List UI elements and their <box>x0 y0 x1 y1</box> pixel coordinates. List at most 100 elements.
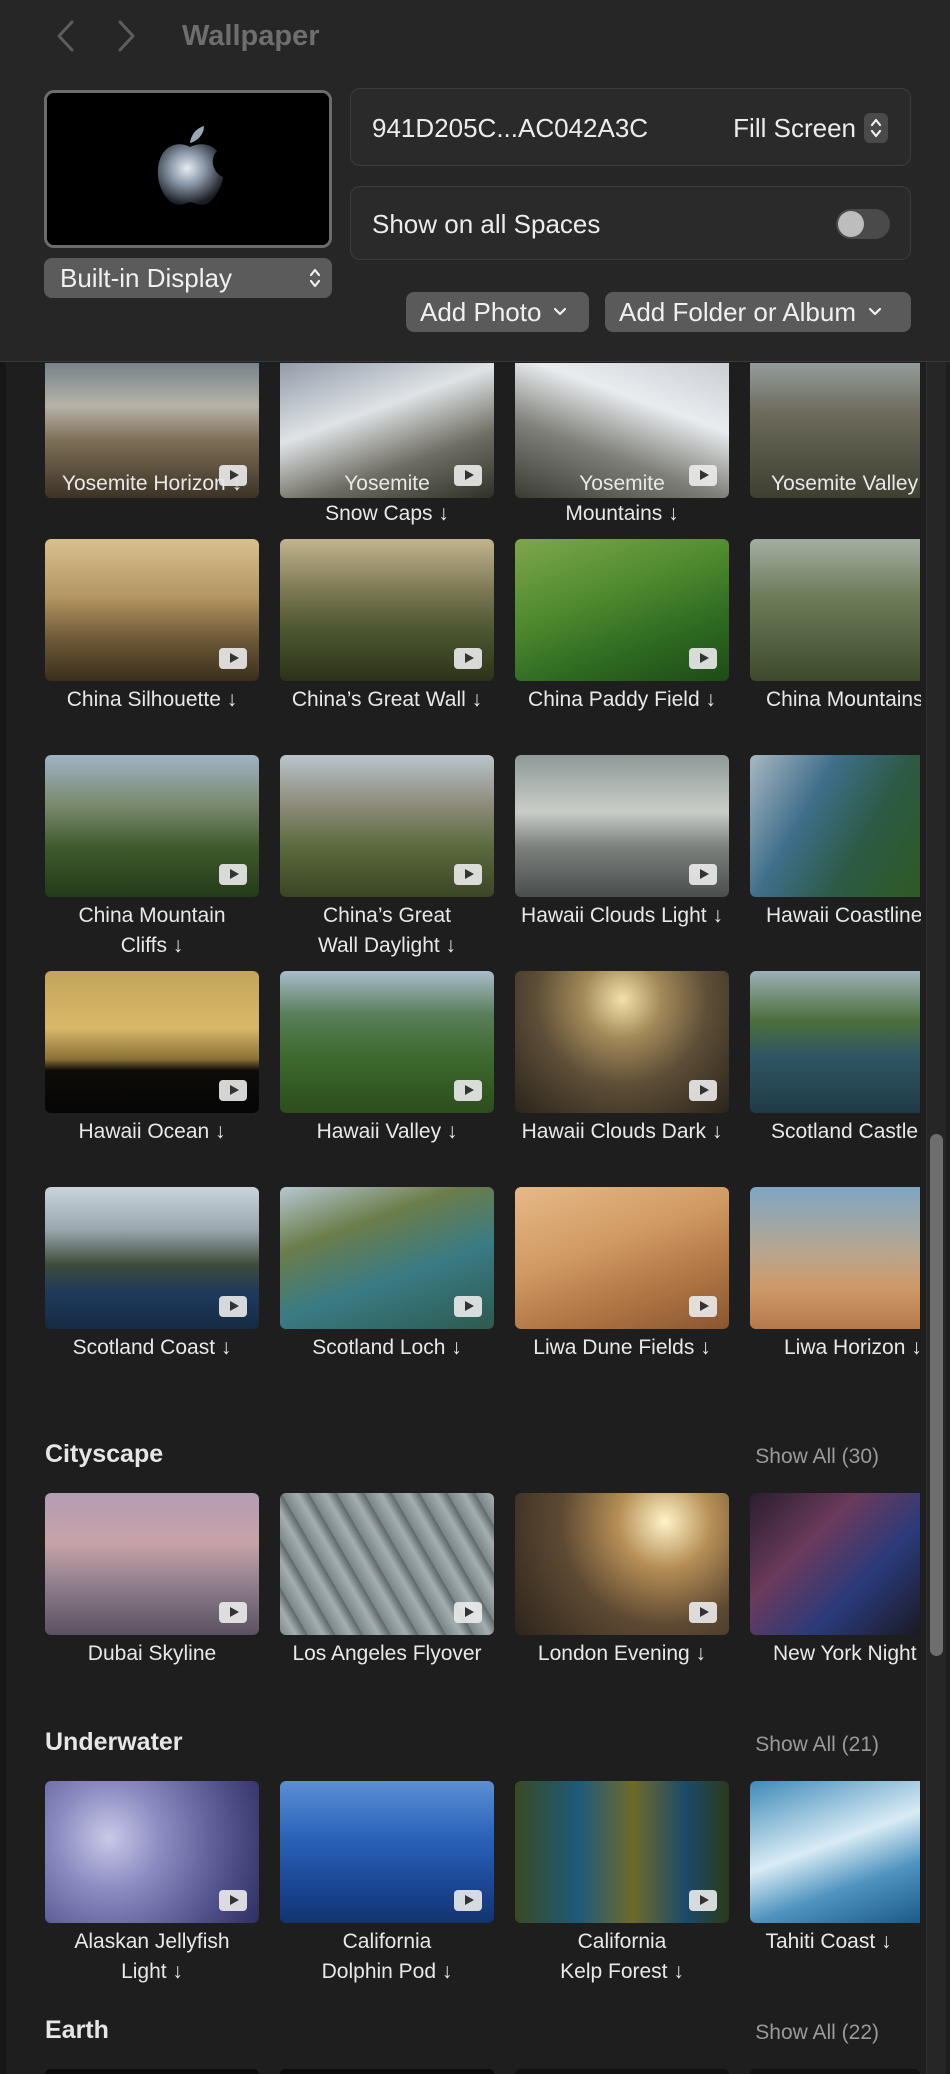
wallpaper-label: Hawaii Coastline <box>766 904 921 927</box>
scrollbar-thumb[interactable] <box>930 1134 943 1656</box>
wallpaper-thumbnail[interactable] <box>280 539 494 681</box>
wallpaper-thumbnail[interactable] <box>750 539 920 681</box>
wallpaper-label: Yosemite Mountains ↓ <box>565 472 679 525</box>
wallpaper-id: 941D205C...AC042A3C <box>372 113 649 143</box>
video-badge-icon <box>689 648 717 669</box>
wallpaper-label: Tahiti Coast ↓ <box>765 1930 892 1953</box>
wallpaper-thumbnail[interactable] <box>515 539 729 681</box>
wallpaper-thumbnail[interactable] <box>515 1187 729 1329</box>
wallpaper-preview[interactable] <box>44 90 332 248</box>
wallpaper-thumbnail[interactable] <box>45 2069 259 2074</box>
video-badge-icon <box>689 1296 717 1317</box>
wallpaper-thumbnail[interactable] <box>515 971 729 1113</box>
wallpaper-label: Hawaii Valley ↓ <box>316 1120 458 1143</box>
wallpaper-label: Alaskan Jellyfish Light ↓ <box>74 1930 230 1983</box>
wallpaper-thumbnail[interactable] <box>750 755 920 897</box>
wallpaper-label: China’s Great Wall ↓ <box>291 688 483 711</box>
wallpaper-thumbnail[interactable] <box>45 1493 259 1635</box>
wallpaper-thumbnail[interactable] <box>515 755 729 897</box>
wallpaper-label: Hawaii Ocean ↓ <box>78 1120 226 1143</box>
show-all-cityscape-button[interactable]: Show All (30) <box>755 1445 879 1469</box>
chevron-down-icon <box>554 307 567 316</box>
wallpaper-thumbnail[interactable] <box>280 755 494 897</box>
wallpaper-thumbnail[interactable] <box>280 1781 494 1923</box>
show-all-underwater-button[interactable]: Show All (21) <box>755 1733 879 1757</box>
page-title: Wallpaper <box>182 20 320 52</box>
chevron-right-icon <box>118 20 135 52</box>
section-title-cityscape: Cityscape <box>45 1440 164 1468</box>
wallpaper-label: Yosemite Valley <box>771 472 919 495</box>
wallpaper-thumbnail[interactable] <box>280 971 494 1113</box>
video-badge-icon <box>219 1296 247 1317</box>
wallpaper-label: Scotland Loch ↓ <box>312 1336 462 1359</box>
video-badge-icon <box>689 1080 717 1101</box>
chevron-left-icon <box>57 20 74 52</box>
video-badge-icon <box>219 1602 247 1623</box>
wallpaper-label: Scotland Coast ↓ <box>72 1336 232 1359</box>
spaces-panel: Show on all Spaces <box>350 186 911 260</box>
wallpaper-thumbnail[interactable] <box>45 539 259 681</box>
wallpaper-label: China’s Great Wall Daylight ↓ <box>317 904 457 957</box>
wallpaper-thumbnail[interactable] <box>750 1493 920 1635</box>
wallpaper-thumbnail[interactable] <box>280 2069 494 2074</box>
wallpaper-thumbnail[interactable] <box>750 2069 920 2074</box>
video-badge-icon <box>454 1296 482 1317</box>
add-folder-or-album-button[interactable]: Add Folder or Album <box>605 292 911 332</box>
video-badge-icon <box>219 1080 247 1101</box>
apple-logo-icon <box>47 93 329 245</box>
video-badge-icon <box>454 648 482 669</box>
add-photo-label: Add Photo <box>420 296 542 327</box>
wallpaper-thumbnail[interactable] <box>45 1781 259 1923</box>
wallpaper-thumbnail[interactable] <box>45 971 259 1113</box>
wallpaper-thumbnail[interactable] <box>45 755 259 897</box>
add-folder-label: Add Folder or Album <box>619 296 857 327</box>
forward-button[interactable] <box>106 16 146 56</box>
wallpaper-thumbnail[interactable] <box>750 971 920 1113</box>
back-button[interactable] <box>46 16 86 56</box>
wallpaper-thumbnail[interactable] <box>515 2069 729 2074</box>
wallpaper-label: China Silhouette ↓ <box>66 688 238 711</box>
fit-mode-stepper[interactable] <box>864 113 888 143</box>
video-badge-icon <box>454 1890 482 1911</box>
wallpaper-thumbnail[interactable] <box>45 1187 259 1329</box>
video-badge-icon <box>689 1602 717 1623</box>
show-all-earth-button[interactable]: Show All (22) <box>755 2021 879 2045</box>
video-badge-icon <box>689 1890 717 1911</box>
video-badge-icon <box>219 648 247 669</box>
display-select[interactable]: Built-in Display <box>44 258 332 298</box>
wallpaper-label: Liwa Horizon ↓ <box>784 1336 921 1359</box>
video-badge-icon <box>689 864 717 885</box>
wallpaper-label: California Dolphin Pod ↓ <box>321 1930 453 1983</box>
wallpaper-label: China Paddy Field ↓ <box>528 688 716 711</box>
wallpaper-label: London Evening ↓ <box>537 1642 707 1665</box>
wallpaper-thumbnail[interactable] <box>280 1187 494 1329</box>
wallpaper-thumbnail[interactable] <box>515 1781 729 1923</box>
wallpaper-thumbnail[interactable] <box>750 1781 920 1923</box>
wallpaper-label: Yosemite Horizon ↓ <box>61 472 243 495</box>
wallpaper-label: Hawaii Clouds Dark ↓ <box>521 1120 723 1143</box>
add-photo-button[interactable]: Add Photo <box>406 292 589 332</box>
video-badge-icon <box>454 864 482 885</box>
wallpaper-label: Yosemite Snow Caps ↓ <box>325 472 449 525</box>
chevron-updown-icon <box>870 118 882 138</box>
wallpaper-label: California Kelp Forest ↓ <box>560 1930 684 1983</box>
wallpaper-thumbnail[interactable] <box>280 1493 494 1635</box>
wallpaper-label: New York Night <box>773 1642 917 1665</box>
wallpaper-thumbnail[interactable] <box>515 1493 729 1635</box>
wallpaper-thumbnail[interactable] <box>750 1187 920 1329</box>
wallpaper-header: Wallpaper Built-in Display 941D205C...AC… <box>0 0 950 362</box>
show-on-all-spaces-toggle[interactable] <box>836 209 890 239</box>
navigation <box>46 14 166 58</box>
display-select-label: Built-in Display <box>60 262 232 293</box>
chevron-down-icon <box>868 307 882 316</box>
video-badge-icon <box>454 1602 482 1623</box>
video-badge-icon <box>219 1890 247 1911</box>
wallpaper-label: Hawaii Clouds Light ↓ <box>521 904 723 927</box>
wallpaper-gallery: Yosemite Horizon ↓ Yosemite Snow Caps ↓ Y… <box>0 363 950 2074</box>
fit-mode-select[interactable]: Fill Screen <box>733 89 888 167</box>
show-on-all-spaces-label: Show on all Spaces <box>372 209 601 239</box>
section-title-earth: Earth <box>45 2016 109 2044</box>
wallpaper-label: Scotland Castle <box>771 1120 919 1143</box>
video-badge-icon <box>219 864 247 885</box>
wallpaper-info-panel: 941D205C...AC042A3C Fill Screen <box>350 88 911 166</box>
